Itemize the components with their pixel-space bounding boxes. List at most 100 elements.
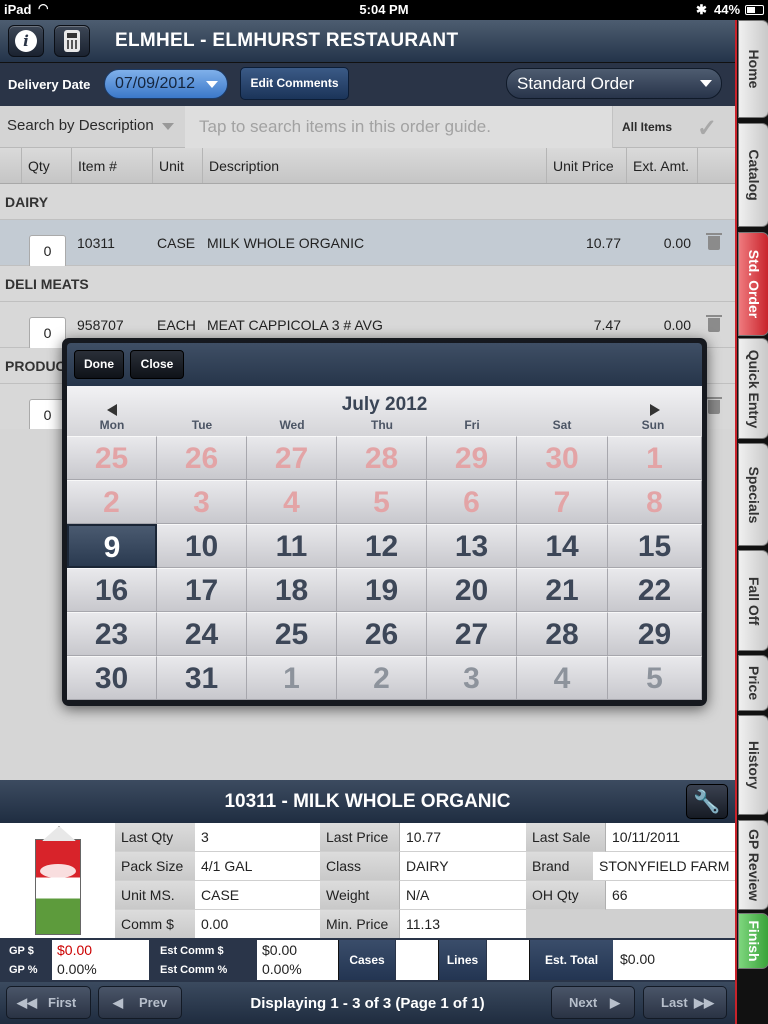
item-ext-amt: 0.00 <box>663 317 691 333</box>
trash-icon[interactable] <box>706 233 722 250</box>
next-button[interactable]: Next ▶ <box>551 986 635 1019</box>
calendar-day[interactable]: 17 <box>157 568 247 612</box>
calendar-day[interactable]: 19 <box>337 568 427 612</box>
calendar-day[interactable]: 13 <box>427 524 517 568</box>
last-sale-label: Last Sale <box>526 823 606 852</box>
sidenav-tab[interactable]: Finish <box>738 913 768 969</box>
quantity-input[interactable]: 0 <box>29 235 66 268</box>
sidenav-tab[interactable]: Quick Entry <box>738 338 768 439</box>
calendar-day[interactable]: 29 <box>427 436 517 480</box>
calendar-day[interactable]: 10 <box>157 524 247 568</box>
trash-icon[interactable] <box>706 315 722 332</box>
sidenav-tab[interactable]: Std. Order <box>738 232 768 336</box>
next-label: Next <box>569 995 598 1010</box>
sidenav-tab[interactable]: GP Review <box>738 820 768 910</box>
calendar-day[interactable]: 5 <box>608 656 702 700</box>
calendar-day[interactable]: 26 <box>157 436 247 480</box>
calendar-day[interactable]: 23 <box>67 612 157 656</box>
calendar-day[interactable]: 21 <box>517 568 608 612</box>
side-nav: Home Catalog Std. Order Quick Entry Specials… <box>735 20 768 1024</box>
calendar-day[interactable]: 2 <box>337 656 427 700</box>
product-image <box>33 825 83 935</box>
pack-size-value: 4/1 GAL <box>195 852 320 881</box>
est-comm-pct-label: Est Comm % <box>160 964 228 976</box>
calendar-day[interactable]: 24 <box>157 612 247 656</box>
sidenav-tab[interactable]: Home <box>738 20 768 118</box>
calendar-day[interactable]: 20 <box>427 568 517 612</box>
wrench-button[interactable]: 🔧 <box>686 784 728 819</box>
quantity-input[interactable]: 0 <box>29 399 66 432</box>
sidenav-tab[interactable]: Fall Off <box>738 550 768 651</box>
cases-button[interactable]: Cases <box>338 940 395 980</box>
calendar-day[interactable]: 26 <box>337 612 427 656</box>
close-button[interactable]: Close <box>130 350 184 379</box>
trash-icon[interactable] <box>706 397 722 414</box>
table-row[interactable]: 0 10311 CASE MILK WHOLE ORGANIC 10.77 0.… <box>0 220 735 268</box>
calendar-day[interactable]: 25 <box>247 612 337 656</box>
calendar-day[interactable]: 14 <box>517 524 608 568</box>
last-price-label: Last Price <box>320 823 400 852</box>
calendar-day[interactable]: 1 <box>608 436 702 480</box>
battery-icon <box>745 5 764 15</box>
calendar-day[interactable]: 4 <box>517 656 608 700</box>
col-unit[interactable]: Unit <box>152 148 202 183</box>
calendar-day[interactable]: 7 <box>517 480 608 524</box>
search-input[interactable] <box>185 106 612 148</box>
order-type-value: Standard Order <box>517 74 635 93</box>
quantity-input[interactable]: 0 <box>29 317 66 350</box>
calendar-day[interactable]: 27 <box>427 612 517 656</box>
calendar-day[interactable]: 25 <box>67 436 157 480</box>
calendar-day[interactable]: 12 <box>337 524 427 568</box>
search-mode-select[interactable]: Search by Description <box>0 106 183 148</box>
calendar-day[interactable]: 3 <box>157 480 247 524</box>
gp-box: $0.00 0.00% <box>52 940 149 980</box>
col-qty[interactable]: Qty <box>21 148 71 183</box>
calculator-button[interactable] <box>54 25 90 57</box>
calendar-day[interactable]: 22 <box>608 568 702 612</box>
last-button[interactable]: Last ▶▶ <box>643 986 727 1019</box>
calendar-day[interactable]: 9 <box>67 524 157 568</box>
checkmark-icon[interactable]: ✓ <box>697 114 717 143</box>
calendar-day[interactable]: 28 <box>517 612 608 656</box>
calendar-day[interactable]: 8 <box>608 480 702 524</box>
order-type-select[interactable]: Standard Order <box>506 68 722 99</box>
sidenav-tab[interactable]: History <box>738 715 768 815</box>
edit-comments-button[interactable]: Edit Comments <box>240 67 349 100</box>
all-items-filter[interactable]: All Items <box>612 106 692 148</box>
calendar-day[interactable]: 5 <box>337 480 427 524</box>
col-description[interactable]: Description <box>202 148 546 183</box>
calendar-day[interactable]: 18 <box>247 568 337 612</box>
item-number: 10311 <box>77 235 115 251</box>
sidenav-tab-label: Finish <box>745 920 762 962</box>
class-value: DAIRY <box>400 852 526 881</box>
calendar-day[interactable]: 4 <box>247 480 337 524</box>
next-month-icon[interactable] <box>650 404 660 416</box>
info-button[interactable]: i <box>8 25 44 57</box>
delivery-date-picker[interactable]: 07/09/2012 <box>104 69 228 99</box>
calendar-day[interactable]: 28 <box>337 436 427 480</box>
calendar-day[interactable]: 30 <box>517 436 608 480</box>
calendar-month: July 2012 <box>341 394 428 415</box>
calendar-day[interactable]: 6 <box>427 480 517 524</box>
calendar-day[interactable]: 30 <box>67 656 157 700</box>
calendar-day[interactable]: 1 <box>247 656 337 700</box>
calendar-day[interactable]: 2 <box>67 480 157 524</box>
item-unit: CASE <box>157 235 196 251</box>
col-ext-amt[interactable]: Ext. Amt. <box>626 148 697 183</box>
calendar-day[interactable]: 11 <box>247 524 337 568</box>
last-qty-value: 3 <box>195 823 320 852</box>
calendar-day[interactable]: 15 <box>608 524 702 568</box>
col-unit-price[interactable]: Unit Price <box>546 148 626 183</box>
done-button[interactable]: Done <box>74 350 124 379</box>
sidenav-tab[interactable]: Price <box>738 655 768 711</box>
sidenav-tab[interactable]: Specials <box>738 443 768 546</box>
calendar-day[interactable]: 27 <box>247 436 337 480</box>
col-item[interactable]: Item # <box>71 148 152 183</box>
calendar-day[interactable]: 16 <box>67 568 157 612</box>
calendar-day[interactable]: 31 <box>157 656 247 700</box>
lines-button[interactable]: Lines <box>438 940 486 980</box>
calendar-day[interactable]: 3 <box>427 656 517 700</box>
pack-size-label: Pack Size <box>115 852 205 881</box>
sidenav-tab[interactable]: Catalog <box>738 123 768 227</box>
calendar-day[interactable]: 29 <box>608 612 702 656</box>
